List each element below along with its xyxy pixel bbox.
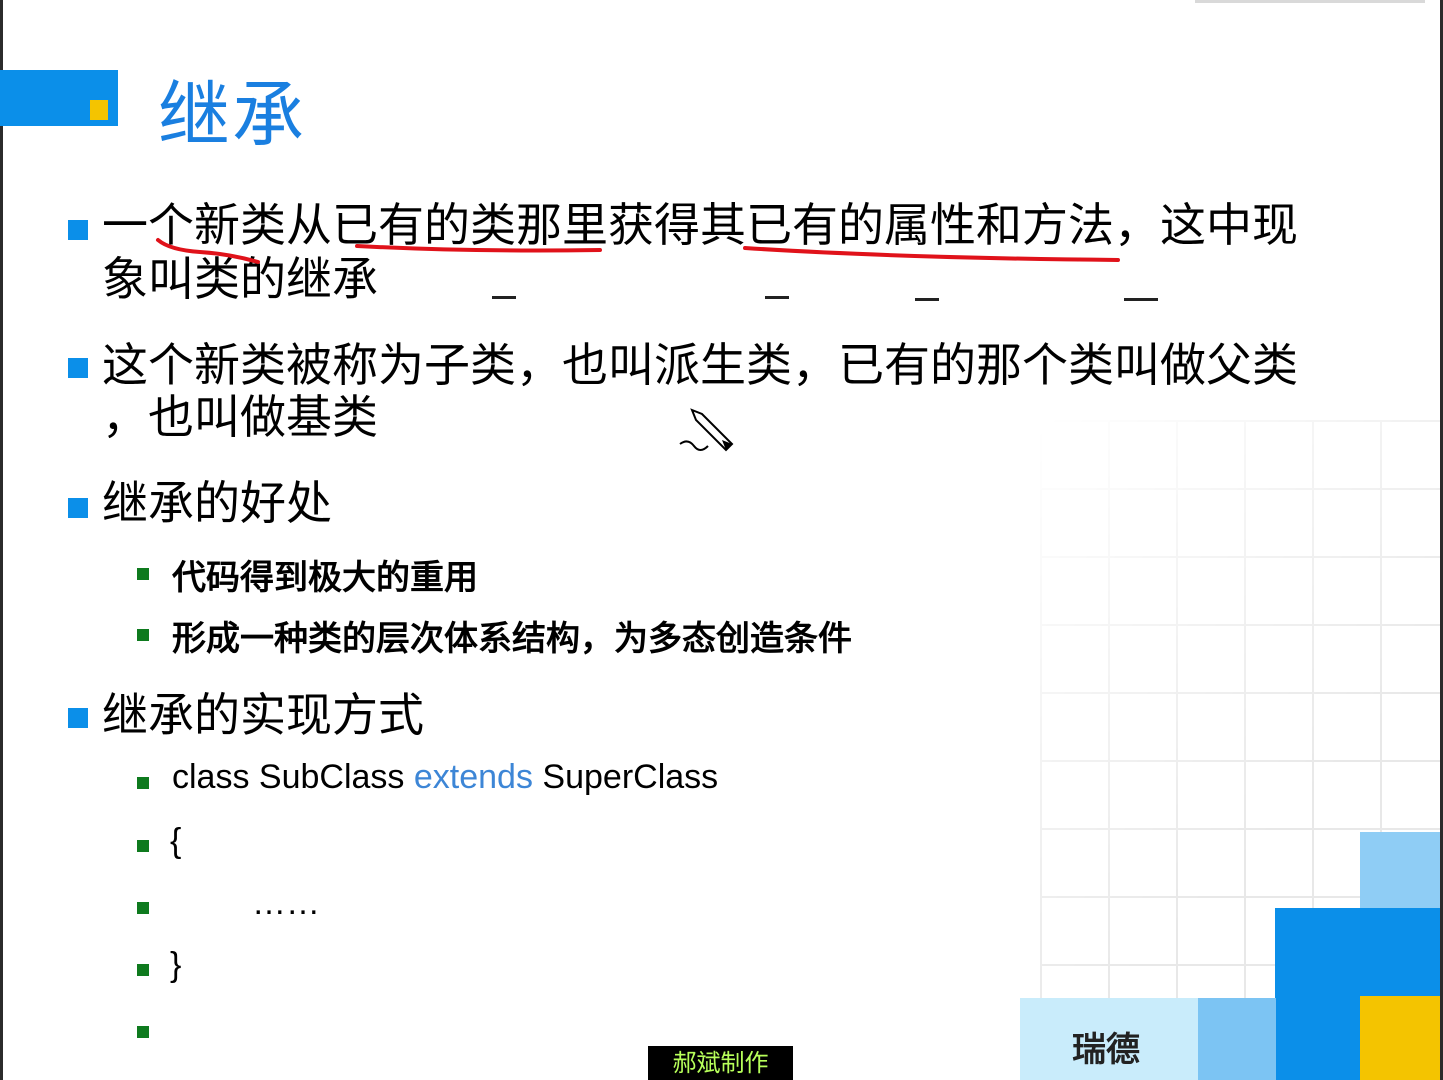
pen-cursor-icon xyxy=(679,408,734,452)
annotation-ink xyxy=(156,238,1120,452)
watermark-label: 郝斌制作 xyxy=(648,1046,793,1080)
footer-brand: 瑞德 xyxy=(1072,1030,1140,1070)
